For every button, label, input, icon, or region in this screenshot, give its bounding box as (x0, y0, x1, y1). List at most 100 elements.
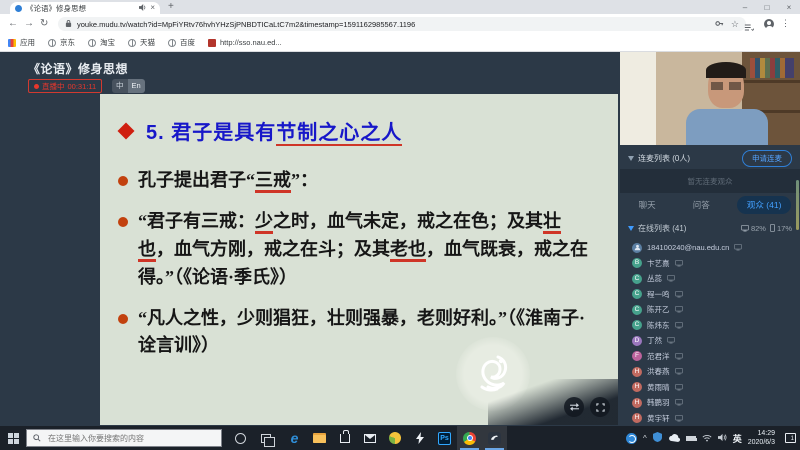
device-monitor-icon (675, 415, 683, 422)
browser-tab[interactable]: 《论语》修身思想 × (10, 2, 160, 14)
bullet-dot-icon (118, 217, 128, 227)
bookmark-item[interactable]: 淘宝 (88, 37, 115, 48)
collapse-icon[interactable] (628, 226, 634, 231)
file-explorer-icon[interactable] (307, 426, 332, 450)
desktop-icon (741, 225, 749, 232)
wifi-icon[interactable] (702, 429, 712, 447)
bookmark-item[interactable]: 京东 (48, 37, 75, 48)
slide-text-segment: 之时，血气未定，戒之在色；及其 (273, 211, 543, 231)
scrollbar-thumb[interactable] (796, 180, 799, 230)
fullscreen-button[interactable] (590, 397, 610, 417)
tray-date: 2020/6/3 (748, 438, 775, 447)
user-name: 黄宇轩 (647, 413, 670, 424)
store-icon[interactable] (332, 426, 357, 450)
language-toggle[interactable]: 中 En (112, 79, 145, 93)
profile-avatar-icon[interactable] (764, 19, 774, 29)
swap-view-button[interactable] (564, 397, 584, 417)
live-dot-icon (34, 84, 39, 89)
window-minimize-button[interactable]: – (734, 3, 756, 12)
site-favicon (15, 5, 22, 12)
user-avatar: F (632, 351, 642, 361)
bookmark-label: 天猫 (140, 37, 155, 48)
battery-icon[interactable] (686, 436, 696, 441)
user-avatar: C (632, 320, 642, 330)
globe-icon (128, 39, 136, 47)
presenter-video[interactable] (620, 52, 800, 145)
slide-text-segment: ”： (291, 170, 318, 190)
globe-icon (88, 39, 96, 47)
slide-text-segment: 孔子提出君子“ (138, 170, 255, 190)
sidebar-tab[interactable]: 问答 (683, 196, 720, 214)
bookmark-label: 百度 (180, 37, 195, 48)
task-view-button[interactable] (253, 426, 278, 450)
user-name: 卞艺熹 (647, 258, 670, 269)
sidebar-tab[interactable]: 观众 (41) (737, 196, 791, 214)
forward-button[interactable]: → (24, 17, 34, 31)
apply-mic-button[interactable]: 申请连麦 (742, 150, 792, 167)
window-close-button[interactable]: × (778, 3, 800, 12)
online-user-row: F 范君洋 (620, 349, 800, 365)
menu-kebab-icon[interactable]: ⋮ (781, 19, 790, 28)
antivirus-tray-icon[interactable] (626, 433, 637, 444)
onedrive-cloud-icon[interactable] (668, 429, 680, 447)
defender-shield-icon[interactable] (653, 429, 662, 447)
presentation-slide[interactable]: 5. 君子是具有节制之心之人 孔子提出君子“三戒”： “君子有三戒：少之时，血气… (100, 94, 618, 425)
new-tab-button[interactable]: + (168, 1, 174, 12)
sidebar: 连麦列表 (0人) 申请连麦 暂无连麦观众 聊天问答观众 (41) 在线列表 (… (620, 52, 800, 426)
tray-expand-icon[interactable]: ^ (643, 434, 647, 443)
bookmark-item[interactable]: 应用 (8, 37, 35, 48)
media-app-icon[interactable] (482, 426, 507, 450)
search-input[interactable] (46, 433, 206, 444)
live-status-badge: 直播中 00:31:11 (28, 79, 102, 93)
user-avatar: H (632, 367, 642, 377)
utility-app-icon[interactable] (407, 426, 432, 450)
collapse-icon[interactable] (628, 156, 634, 161)
chrome-icon[interactable] (457, 426, 482, 450)
window-maximize-button[interactable]: □ (756, 3, 778, 12)
device-monitor-icon (675, 384, 683, 391)
live-label: 直播中 (42, 81, 65, 92)
live-timer: 00:31:11 (68, 82, 97, 91)
taskbar-search[interactable] (26, 429, 222, 447)
address-bar: ← → ↻ youke.mudu.tv/watch?id=MpFiYRtv76h… (0, 14, 800, 34)
slide-text-segment: 少 (255, 211, 273, 234)
notification-center-icon[interactable]: 1 (785, 433, 796, 443)
online-user-row: C 丛蕊 (620, 271, 800, 287)
lang-en[interactable]: En (128, 79, 145, 93)
online-user-row: C 程一鸣 (620, 287, 800, 303)
desktop-percentage: 82% (741, 224, 766, 233)
photoshop-icon[interactable]: Ps (432, 426, 457, 450)
device-monitor-icon (675, 399, 683, 406)
bookmark-item[interactable]: 天猫 (128, 37, 155, 48)
user-avatar: C (632, 274, 642, 284)
back-button[interactable]: ← (8, 17, 18, 31)
tab-close-icon[interactable]: × (150, 4, 155, 12)
reload-button[interactable]: ↻ (40, 17, 48, 31)
video-window-background (620, 52, 656, 145)
url-text[interactable]: youke.mudu.tv/watch?id=MpFiYRtv76hvhYHzS… (77, 20, 710, 29)
tab-audio-icon[interactable] (139, 4, 146, 13)
start-button[interactable] (0, 426, 26, 450)
tray-clock[interactable]: 14:29 2020/6/3 (748, 429, 775, 448)
key-icon[interactable] (715, 15, 724, 33)
diamond-bullet-icon (118, 122, 135, 139)
lock-icon[interactable] (65, 15, 72, 33)
bookmark-item[interactable]: 百度 (168, 37, 195, 48)
mail-icon[interactable] (357, 426, 382, 450)
online-user-row: H 黄雨晴 (620, 380, 800, 396)
globe-icon (48, 39, 56, 47)
security-app-icon[interactable] (382, 426, 407, 450)
edge-icon[interactable]: e (282, 426, 307, 450)
lang-zh[interactable]: 中 (112, 79, 128, 93)
bookmark-item[interactable]: http://sso.nau.ed... (208, 38, 282, 47)
user-name: 丁然 (647, 335, 662, 346)
device-monitor-icon (667, 275, 675, 282)
omnibox[interactable]: youke.mudu.tv/watch?id=MpFiYRtv76hvhYHzS… (58, 17, 746, 31)
slide-text-segment: “君子有三戒： (138, 211, 255, 231)
bookmark-star-icon[interactable]: ☆ (731, 20, 739, 29)
cortana-button[interactable] (228, 426, 253, 450)
ime-indicator[interactable]: 英 (733, 432, 742, 445)
sidebar-tab[interactable]: 聊天 (629, 196, 666, 214)
user-name: 陈开乙 (647, 304, 670, 315)
volume-icon[interactable] (718, 429, 727, 447)
